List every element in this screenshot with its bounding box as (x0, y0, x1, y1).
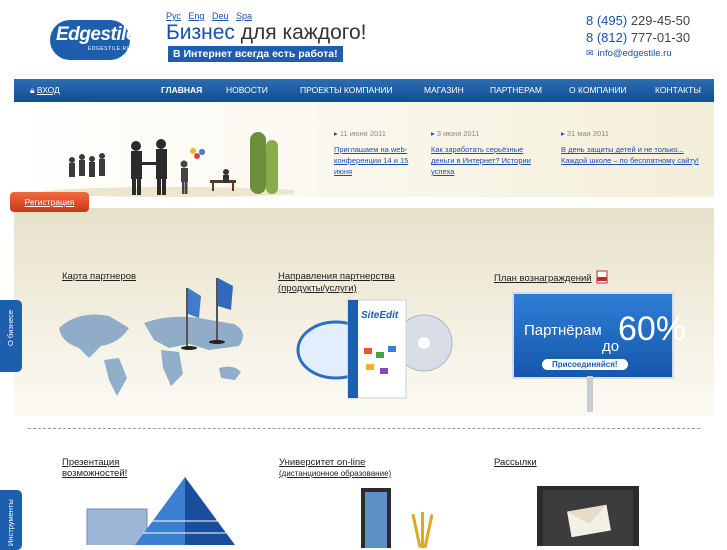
promo-banner: В Интернет всегда есть работа! (168, 46, 343, 62)
directions-label: Направления партнерства (278, 271, 395, 282)
phone-moscow: 8 (495) 229-45-50 (586, 13, 690, 28)
about-business-tab[interactable]: О бизнесе (0, 300, 22, 372)
lock-icon: 🔒︎ (30, 85, 35, 95)
reward-plan-label: План вознаграждений (494, 273, 592, 284)
email-link[interactable]: info@edgestile.ru (598, 48, 672, 59)
logo-text: Edgestile (56, 24, 136, 45)
phone-spb: 8 (812) 777-01-30 (586, 30, 690, 45)
news-date: 31 мая 2011 (561, 129, 709, 138)
nav-item-projects[interactable]: ПРОЕКТЫ КОМПАНИИ (300, 85, 393, 95)
university-sublabel: (дистанционное образование) (279, 469, 392, 478)
logo[interactable]: Edgestile EDGESTILE.RU (50, 20, 136, 60)
news-link[interactable]: Приглашаем на web-конференции 14 и 15 ию… (334, 144, 422, 177)
phone-prefix: 8 (495) (586, 13, 628, 28)
nav-item-home[interactable]: ГЛАВНАЯ (161, 85, 202, 95)
news-item: 11 июня 2011 Приглашаем на web-конференц… (334, 129, 422, 177)
slogan-rest: для каждого! (234, 21, 367, 44)
news-link[interactable]: В день защиты детей и не только... Каждо… (561, 144, 709, 166)
envelope-icon: ✉ (586, 48, 594, 58)
lang-en[interactable]: Eng (188, 11, 204, 21)
language-switcher: Рус Eng Deu Spa (166, 11, 257, 21)
laptop-mail-illustration (537, 486, 639, 546)
nav-item-about[interactable]: О КОМПАНИИ (569, 85, 627, 95)
phone-number: 229-45-50 (627, 13, 691, 28)
nav-item-news[interactable]: НОВОСТИ (226, 85, 268, 95)
phone-prefix: 8 (812) (586, 30, 628, 45)
tools-label: Инструменты (6, 499, 15, 546)
email-contact: ✉ info@edgestile.ru (586, 48, 672, 59)
nav-item-partners[interactable]: ПАРТНЕРАМ (490, 85, 542, 95)
about-business-label: О бизнесе (6, 309, 15, 346)
register-button[interactable]: Регистрация (10, 192, 89, 212)
lang-es[interactable]: Spa (236, 11, 252, 21)
hero-banner: 11 июня 2011 Приглашаем на web-конференц… (14, 102, 714, 197)
billboard-percent: 60% (618, 310, 687, 348)
monitor-pencils-illustration (361, 488, 434, 548)
slogan: Бизнес для каждого! (166, 21, 367, 45)
billboard-pole (587, 376, 593, 412)
news-item: 3 июня 2011 Как заработать серьёзные ден… (431, 129, 541, 177)
partner-billboard[interactable]: Партнёрам до 60% Присоединяйся! (512, 292, 686, 379)
phone-number: 777-01-30 (627, 30, 691, 45)
university-label: Университет on-line (279, 457, 366, 468)
siteedit-box-illustration: SiteEdit (296, 299, 453, 399)
login-link[interactable]: 🔒︎ ВХОД (30, 85, 60, 96)
pdf-icon[interactable] (596, 270, 608, 284)
partners-section: Карта партнеров Направления партнерства … (14, 208, 714, 416)
slogan-highlight: Бизнес (166, 21, 235, 44)
university-link[interactable]: Университет on-line (дистанционное образ… (279, 457, 391, 479)
news-item: 31 мая 2011 В день защиты детей и не тол… (561, 129, 709, 166)
mailing-link[interactable]: Рассылки (494, 457, 537, 468)
tools-tab[interactable]: Инструменты (0, 490, 22, 550)
reward-plan-link[interactable]: План вознаграждений (494, 273, 592, 284)
news-date: 3 июня 2011 (431, 129, 541, 138)
world-map-illustration (59, 278, 243, 396)
logo-sub: EDGESTILE.RU (88, 46, 131, 52)
siteedit-brand: SiteEdit (361, 310, 399, 321)
news-date: 11 июня 2011 (334, 129, 422, 138)
presentation-label: Презентация (62, 457, 120, 468)
news-link[interactable]: Как заработать серьёзные деньги в Интерн… (431, 144, 541, 177)
nav-item-contacts[interactable]: КОНТАКТЫ (655, 85, 701, 95)
pyramid-laptop-illustration (86, 477, 235, 545)
section-divider (28, 428, 700, 429)
lang-ru[interactable]: Рус (166, 11, 181, 21)
business-people-illustration (44, 132, 294, 197)
main-nav: 🔒︎ ВХОД ГЛАВНАЯ НОВОСТИ ПРОЕКТЫ КОМПАНИИ… (14, 79, 714, 102)
billboard-do: до (602, 338, 620, 355)
billboard-line1: Партнёрам (524, 322, 602, 339)
join-button[interactable]: Присоединяйся! (542, 359, 628, 370)
login-label: ВХОД (36, 85, 60, 95)
lang-de[interactable]: Deu (212, 11, 229, 21)
nav-item-shop[interactable]: МАГАЗИН (424, 85, 464, 95)
